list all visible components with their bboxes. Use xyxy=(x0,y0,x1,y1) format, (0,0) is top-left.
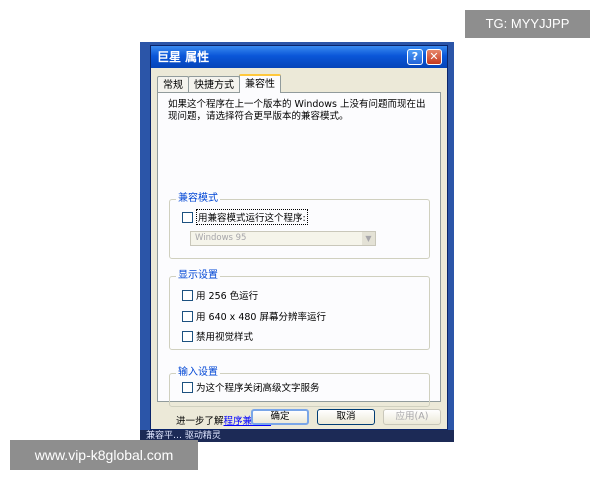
tab-compatibility[interactable]: 兼容性 xyxy=(239,74,281,93)
chevron-down-icon[interactable]: ▼ xyxy=(362,232,375,245)
tab-strip: 常规 快捷方式 兼容性 xyxy=(157,74,281,93)
apply-button[interactable]: 应用(A) xyxy=(383,409,441,425)
compat-mode-checkbox-row[interactable]: 用兼容模式运行这个程序: xyxy=(182,209,308,225)
color-256-checkbox[interactable] xyxy=(182,289,193,301)
window-title: 巨星 属性 xyxy=(157,50,210,64)
advanced-text-services-label: 为这个程序关闭高级文字服务 xyxy=(196,383,320,394)
input-option-row[interactable]: 为这个程序关闭高级文字服务 xyxy=(182,380,320,394)
display-option-row[interactable]: 禁用视觉样式 xyxy=(182,329,253,343)
properties-dialog: 巨星 属性 ? ✕ 常规 快捷方式 兼容性 如果这个程序在上一个版本的 Wind… xyxy=(150,45,448,430)
resolution-640-label: 用 640 x 480 屏幕分辨率运行 xyxy=(196,312,326,323)
display-option-row[interactable]: 用 640 x 480 屏幕分辨率运行 xyxy=(182,309,326,323)
page: 兼容平… 驱动精灵 巨星 属性 ? ✕ 常规 快捷方式 兼容性 如果这个程序在上… xyxy=(0,0,600,480)
watermark-top: TG: MYYJJPP xyxy=(465,10,590,38)
title-bar[interactable]: 巨星 属性 ? ✕ xyxy=(151,46,447,68)
compat-mode-group: 兼容模式 xyxy=(169,192,430,259)
tab-general[interactable]: 常规 xyxy=(157,76,189,93)
compat-mode-label: 用兼容模式运行这个程序: xyxy=(196,209,308,225)
description-text: 如果这个程序在上一个版本的 Windows 上没有问题而现在出现问题，请选择符合… xyxy=(168,99,426,122)
close-button[interactable]: ✕ xyxy=(426,49,442,65)
learn-more-prefix: 进一步了解 xyxy=(176,416,224,427)
os-version-value: Windows 95 xyxy=(195,233,247,243)
resolution-640-checkbox[interactable] xyxy=(182,310,193,322)
help-button[interactable]: ? xyxy=(407,49,423,65)
compat-mode-title: 兼容模式 xyxy=(176,192,220,206)
color-256-label: 用 256 色运行 xyxy=(196,291,259,302)
display-option-row[interactable]: 用 256 色运行 xyxy=(182,288,258,302)
input-settings-title: 输入设置 xyxy=(176,366,220,380)
compatibility-panel: 如果这个程序在上一个版本的 Windows 上没有问题而现在出现问题，请选择符合… xyxy=(157,92,441,427)
compat-mode-checkbox[interactable] xyxy=(182,211,193,223)
os-version-select[interactable]: Windows 95 ▼ xyxy=(190,231,376,246)
watermark-bottom: www.vip-k8global.com xyxy=(10,440,198,470)
disable-visual-themes-label: 禁用视觉样式 xyxy=(196,332,254,343)
cancel-button[interactable]: 取消 xyxy=(317,409,375,425)
ok-button[interactable]: 确定 xyxy=(251,409,309,425)
disable-visual-themes-checkbox[interactable] xyxy=(182,330,193,342)
display-settings-title: 显示设置 xyxy=(176,269,220,283)
tab-shortcut[interactable]: 快捷方式 xyxy=(188,76,240,93)
advanced-text-services-checkbox[interactable] xyxy=(182,381,193,393)
